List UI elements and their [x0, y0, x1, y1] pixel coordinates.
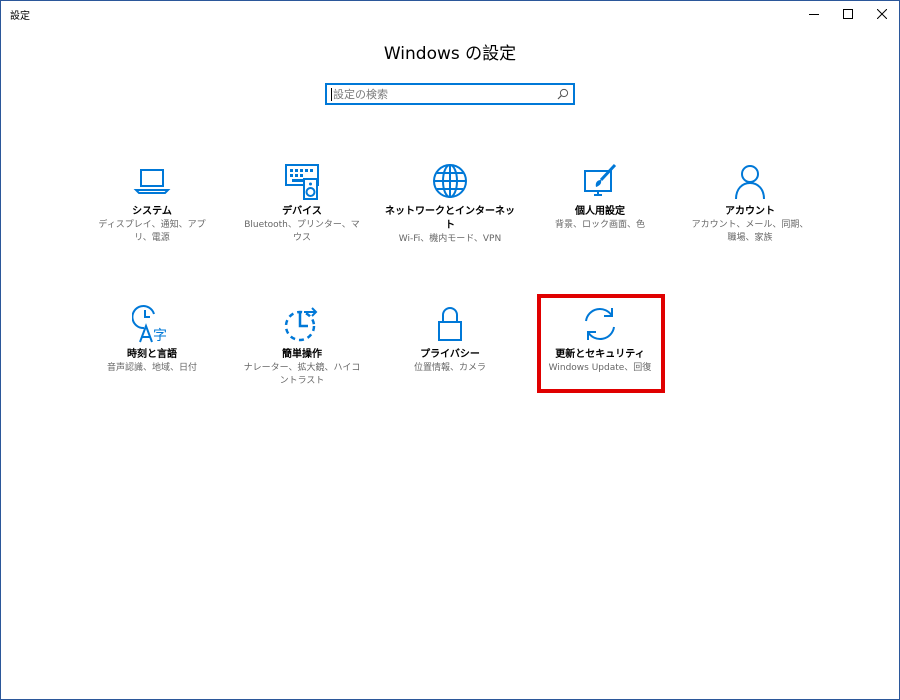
tile-description: Wi-Fi、機内モード、VPN: [398, 234, 502, 244]
tile-description: Windows Update、回復: [548, 363, 652, 373]
tile-label: デバイス: [282, 206, 322, 217]
text-caret: [331, 88, 332, 101]
tile-personalization[interactable]: 個人用設定 背景、ロック画面、色: [535, 161, 665, 232]
tile-description: ディスプレイ、通知、アプリ、電源: [98, 220, 206, 243]
close-icon: [877, 9, 887, 19]
tile-label: アカウント: [725, 206, 775, 217]
tile-label: 時刻と言語: [127, 349, 177, 360]
keyboard-speaker-icon: [282, 161, 322, 201]
minimize-icon: [809, 14, 819, 15]
tile-label: ネットワークとインターネット: [385, 206, 515, 231]
search-input[interactable]: [333, 87, 553, 101]
tile-devices[interactable]: デバイス Bluetooth、プリンター、マウス: [237, 161, 367, 245]
svg-text:字: 字: [153, 328, 167, 344]
close-button[interactable]: [865, 1, 899, 27]
globe-icon: [430, 161, 470, 201]
minimize-button[interactable]: [797, 1, 831, 27]
settings-window: 設定 Windows の設定 設定の検索 システム ディスプレイ、通知、アプリ、…: [0, 0, 900, 700]
tile-label: 更新とセキュリティ: [555, 349, 645, 360]
tile-label: 簡単操作: [282, 349, 322, 360]
tile-description: ナレーター、拡大鏡、ハイコントラスト: [243, 363, 361, 386]
search-box[interactable]: [325, 83, 575, 105]
tile-label: 個人用設定: [575, 206, 625, 217]
tile-system[interactable]: システム ディスプレイ、通知、アプリ、電源: [87, 161, 217, 245]
maximize-icon: [843, 9, 853, 19]
tile-description: 背景、ロック画面、色: [554, 220, 645, 230]
tile-description: Bluetooth、プリンター、マウス: [244, 220, 360, 243]
search-icon[interactable]: [556, 87, 570, 101]
person-icon: [730, 161, 770, 201]
time-language-icon: 字: [132, 304, 172, 344]
lock-icon: [430, 304, 470, 344]
tile-privacy[interactable]: プライバシー 位置情報、カメラ: [385, 304, 515, 375]
paint-brush-icon: [580, 161, 620, 201]
tile-ease-of-access[interactable]: 簡単操作 ナレーター、拡大鏡、ハイコントラスト: [237, 304, 367, 388]
page-title: Windows の設定: [383, 44, 517, 64]
laptop-icon: [132, 161, 172, 201]
tile-update-security[interactable]: 更新とセキュリティ Windows Update、回復: [535, 304, 665, 375]
tile-label: システム: [132, 206, 172, 217]
maximize-button[interactable]: [831, 1, 865, 27]
tile-description: アカウント、メール、同期、職場、家族: [691, 220, 809, 243]
tile-label: プライバシー: [420, 349, 480, 360]
window-title: 設定: [10, 11, 30, 22]
ease-of-access-icon: [282, 304, 322, 344]
refresh-icon: [580, 304, 620, 344]
tile-description: 音声認識、地域、日付: [106, 363, 197, 373]
title-bar[interactable]: 設定: [1, 1, 899, 27]
tile-network[interactable]: ネットワークとインターネット Wi-Fi、機内モード、VPN: [385, 161, 515, 246]
tile-time-language[interactable]: 字 時刻と言語 音声認識、地域、日付: [87, 304, 217, 375]
tile-description: 位置情報、カメラ: [413, 363, 486, 373]
tile-accounts[interactable]: アカウント アカウント、メール、同期、職場、家族: [685, 161, 815, 245]
